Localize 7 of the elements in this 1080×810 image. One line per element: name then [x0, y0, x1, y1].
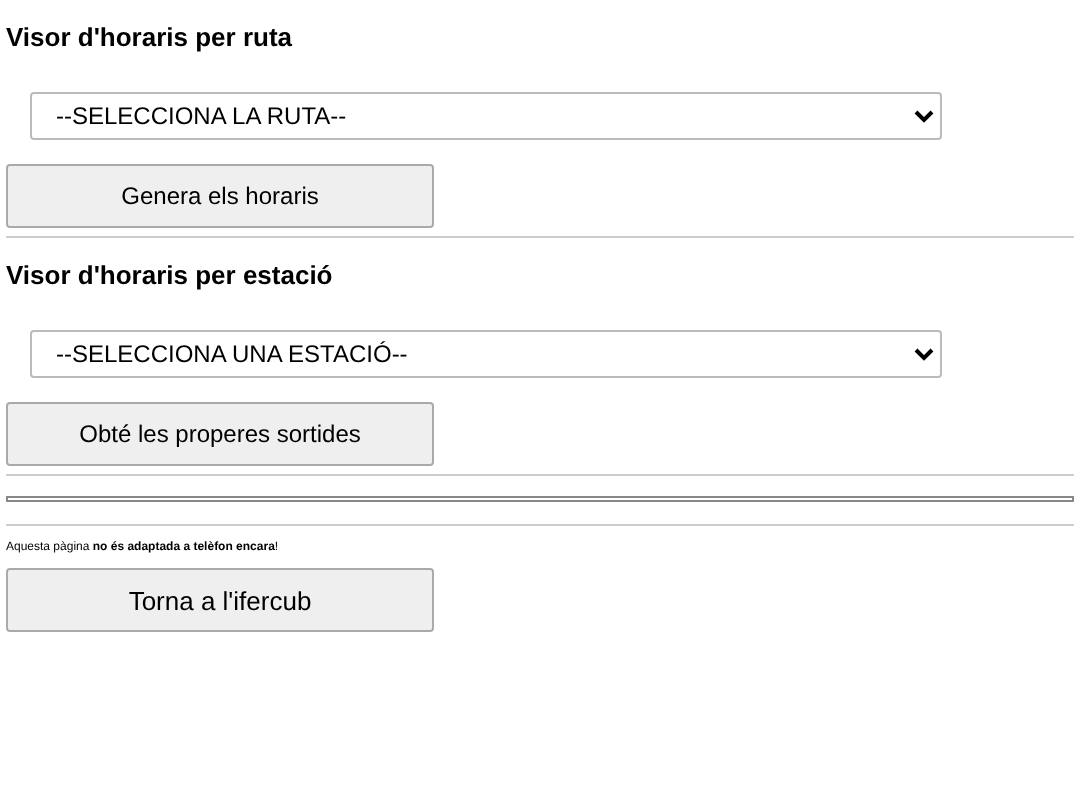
action-button[interactable]: Genera els horaris — [6, 164, 434, 228]
back-button[interactable]: Torna a l'ifercub — [6, 568, 434, 632]
dropdown-select[interactable]: --SELECCIONA UNA ESTACIÓ-- — [30, 330, 942, 378]
dropdown-select[interactable]: --SELECCIONA LA RUTA-- — [30, 92, 942, 140]
action-button[interactable]: Obté les properes sortides — [6, 402, 434, 466]
section-heading: Visor d'horaris per estació — [6, 258, 335, 294]
section-heading: Visor d'horaris per ruta — [6, 20, 295, 56]
